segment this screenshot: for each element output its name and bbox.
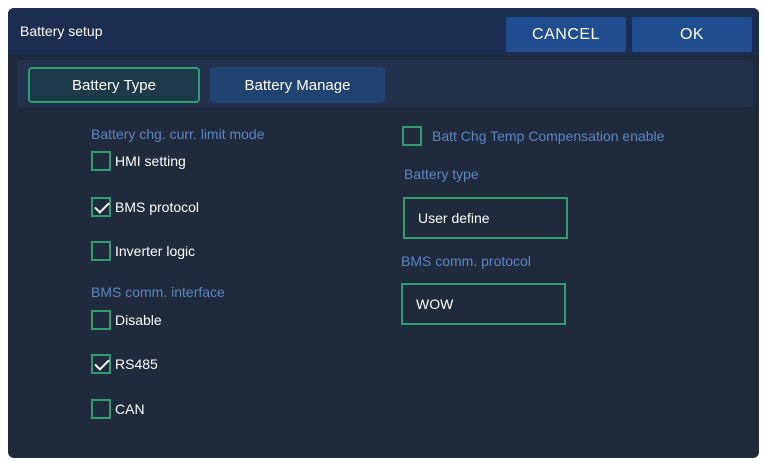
disable-label: Disable [115,312,162,328]
hmi-setting-label: HMI setting [115,153,186,169]
can-checkbox[interactable] [91,399,111,419]
bms-comm-protocol-label: BMS comm. protocol [401,253,531,269]
rs485-option[interactable]: RS485 [91,354,158,374]
tab-battery-manage[interactable]: Battery Manage [210,67,385,103]
inverter-logic-label: Inverter logic [115,243,196,259]
disable-option[interactable]: Disable [91,310,162,330]
bms-protocol-checkbox[interactable] [91,197,111,217]
temp-compensation-checkbox[interactable] [402,126,422,146]
disable-checkbox[interactable] [91,310,111,330]
temp-compensation-option[interactable]: Batt Chg Temp Compensation enable [402,126,664,146]
rs485-checkbox[interactable] [91,354,111,374]
inverter-logic-checkbox[interactable] [91,241,111,261]
tab-bar: Battery Type Battery Manage [17,60,753,107]
title-bar: Battery setup CANCEL OK [8,8,759,55]
inverter-logic-option[interactable]: Inverter logic [91,241,195,261]
can-option[interactable]: CAN [91,399,145,419]
bms-protocol-option[interactable]: BMS protocol [91,197,199,217]
battery-setup-dialog: Battery setup CANCEL OK Battery Type Bat… [8,8,759,458]
dialog-title: Battery setup [20,23,103,39]
rs485-label: RS485 [115,356,158,372]
hmi-setting-option[interactable]: HMI setting [91,151,186,171]
bms-comm-protocol-field[interactable]: WOW [401,283,566,325]
cancel-button[interactable]: CANCEL [506,17,626,52]
battery-type-field[interactable]: User define [403,197,568,239]
limit-mode-label: Battery chg. curr. limit mode [91,126,265,142]
bms-protocol-label: BMS protocol [115,199,200,215]
temp-compensation-label: Batt Chg Temp Compensation enable [432,128,665,144]
tab-battery-type[interactable]: Battery Type [28,67,200,103]
ok-button[interactable]: OK [632,17,752,52]
hmi-setting-checkbox[interactable] [91,151,111,171]
comm-interface-label: BMS comm. interface [91,284,225,300]
can-label: CAN [115,401,145,417]
battery-type-label: Battery type [404,166,479,182]
